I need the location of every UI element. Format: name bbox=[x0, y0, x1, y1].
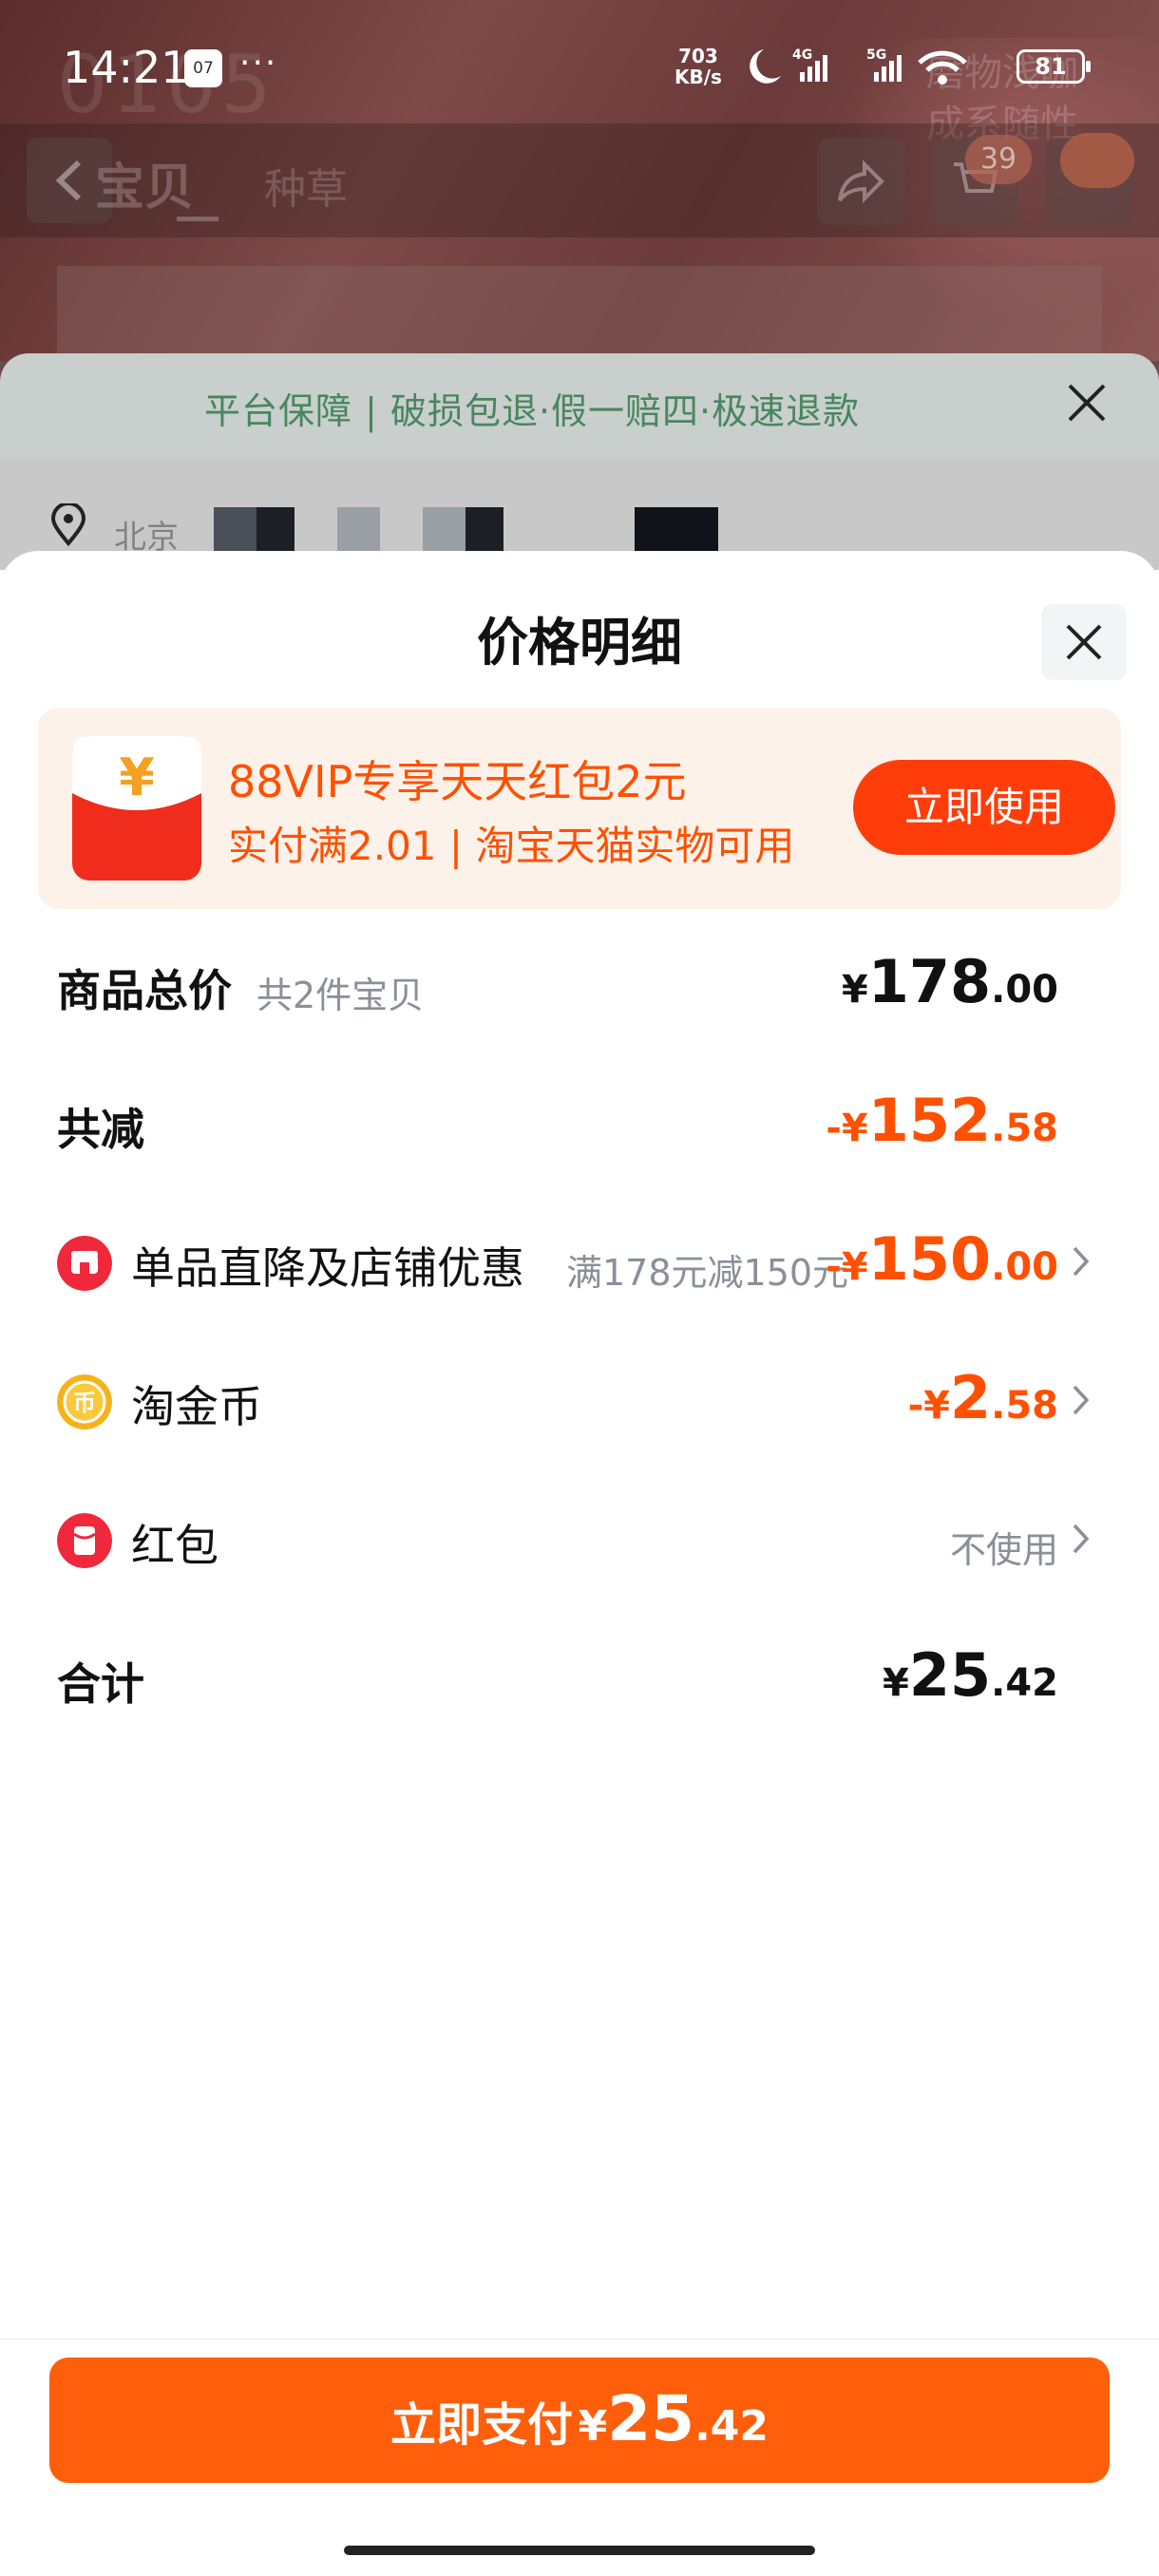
price-decimal: .58 bbox=[991, 1384, 1058, 1428]
status-bar: 14:21 07 ··· 703 KB/s 4G 5G 81 bbox=[0, 0, 1159, 114]
item-count-note: 共2件宝贝 bbox=[256, 975, 425, 1016]
pay-price-symbol: ¥ bbox=[578, 2402, 608, 2451]
row-label: 共减 bbox=[57, 1104, 144, 1155]
vip-redpacket-banner: ¥ 88VIP专享天天红包2元 实付满2.01 | 淘宝天猫实物可用 立即使用 bbox=[38, 708, 1121, 909]
row-sum: 合计 ¥25.42 bbox=[0, 1619, 1159, 1733]
wifi-icon bbox=[918, 50, 967, 85]
discount-rule-note: 满178元减150元 bbox=[566, 1252, 849, 1294]
mosaic-block bbox=[466, 507, 504, 555]
price-integer: 25 bbox=[908, 1640, 992, 1710]
price-decimal: .58 bbox=[991, 1107, 1058, 1150]
price-decimal: .00 bbox=[991, 1245, 1058, 1289]
status-icons: 4G 5G bbox=[743, 44, 1009, 95]
status-time: 14:21 bbox=[63, 42, 189, 93]
red-packet-status: 不使用 bbox=[950, 1529, 1059, 1571]
close-button[interactable] bbox=[1041, 604, 1127, 680]
sum-value: ¥25.42 bbox=[883, 1640, 1058, 1710]
row-total-price: 商品总价 共2件宝贝 ¥178.00 bbox=[0, 926, 1159, 1040]
price-symbol: -¥ bbox=[826, 1107, 868, 1150]
chevron-right-icon bbox=[1073, 1524, 1090, 1554]
battery-icon: 81 bbox=[1016, 49, 1091, 84]
price-integer: 152 bbox=[867, 1086, 992, 1155]
row-store-discount[interactable]: 单品直降及店铺优惠 满178元减150元 -¥150.00 bbox=[0, 1203, 1159, 1317]
home-indicator[interactable] bbox=[344, 2546, 815, 2555]
moon-icon bbox=[750, 49, 781, 84]
pay-button-label: 立即支付 bbox=[390, 2398, 573, 2452]
price-symbol: ¥ bbox=[841, 968, 868, 1012]
signal-icon: 4G 5G bbox=[792, 47, 902, 82]
pay-price-integer: 25 bbox=[607, 2382, 695, 2455]
mosaic-block bbox=[256, 507, 294, 555]
chevron-right-icon bbox=[1073, 1246, 1090, 1277]
store-discount-icon bbox=[57, 1236, 112, 1291]
price-decimal: .42 bbox=[991, 1661, 1058, 1705]
sheet-title: 价格明细 bbox=[477, 613, 682, 672]
cart-count-badge: 39 bbox=[965, 135, 1032, 184]
price-integer: 2 bbox=[950, 1363, 992, 1432]
svg-text:币: 币 bbox=[73, 1390, 96, 1416]
price-detail-sheet: 价格明细 ¥ 88VIP专享天天红包2元 实付满2.01 | 淘宝天猫实物可用 … bbox=[0, 551, 1159, 2576]
discount-value: -¥150.00 bbox=[826, 1224, 1058, 1294]
tab-product: 宝贝 bbox=[95, 160, 195, 217]
tab-recommend: 种草 bbox=[264, 165, 348, 214]
pay-now-button[interactable]: 立即支付 ¥25.42 bbox=[49, 2358, 1110, 2483]
use-now-button[interactable]: 立即使用 bbox=[853, 760, 1115, 855]
mosaic-block bbox=[423, 507, 466, 555]
guarantee-text: 平台保障 | 破损包退·假一赔四·极速退款 bbox=[204, 390, 861, 432]
svg-text:4G: 4G bbox=[792, 47, 812, 63]
promo-subtitle: 实付满2.01 | 淘宝天猫实物可用 bbox=[228, 823, 795, 869]
row-label: 合计 bbox=[57, 1658, 144, 1710]
svg-text:¥: ¥ bbox=[119, 748, 155, 807]
reduction-value: -¥152.58 bbox=[826, 1086, 1058, 1155]
network-speed-value: 703 bbox=[678, 45, 718, 67]
svg-text:5G: 5G bbox=[866, 47, 886, 63]
red-envelope-icon: ¥ bbox=[72, 736, 201, 881]
total-price-value: ¥178.00 bbox=[842, 947, 1058, 1016]
message-icon bbox=[1060, 133, 1134, 188]
row-total-reduction: 共减 -¥152.58 bbox=[0, 1065, 1159, 1179]
row-label: 单品直降及店铺优惠 bbox=[131, 1242, 524, 1294]
row-label: 淘金币 bbox=[131, 1381, 262, 1432]
price-symbol: -¥ bbox=[907, 1384, 950, 1428]
promo-title: 88VIP专享天天红包2元 bbox=[228, 756, 687, 807]
price-decimal: .00 bbox=[991, 968, 1058, 1012]
network-speed: 703 KB/s bbox=[674, 46, 722, 87]
row-label: 红包 bbox=[131, 1520, 218, 1571]
mosaic-block bbox=[214, 507, 256, 555]
price-integer: 150 bbox=[867, 1224, 992, 1294]
coin-value: -¥2.58 bbox=[908, 1363, 1058, 1432]
calendar-icon: 07 bbox=[184, 49, 222, 87]
price-symbol: ¥ bbox=[883, 1661, 909, 1705]
red-envelope-icon bbox=[57, 1513, 112, 1568]
pay-price-decimal: .42 bbox=[694, 2402, 770, 2451]
row-gold-coin[interactable]: 币 淘金币 -¥2.58 bbox=[0, 1342, 1159, 1456]
row-red-packet[interactable]: 红包 不使用 bbox=[0, 1481, 1159, 1595]
close-icon bbox=[1066, 624, 1102, 660]
row-label: 商品总价 bbox=[57, 965, 232, 1016]
location-icon bbox=[49, 502, 87, 551]
price-symbol: -¥ bbox=[826, 1245, 868, 1289]
share-button bbox=[817, 138, 904, 225]
chevron-right-icon bbox=[1073, 1385, 1090, 1415]
back-arrow-icon bbox=[55, 160, 82, 201]
gold-coin-icon: 币 bbox=[57, 1374, 112, 1430]
close-icon bbox=[1066, 382, 1108, 427]
price-integer: 178 bbox=[867, 947, 992, 1016]
mosaic-block bbox=[337, 507, 380, 555]
share-icon bbox=[838, 160, 884, 203]
mosaic-block bbox=[635, 507, 718, 555]
more-notifications-icon: ··· bbox=[239, 44, 278, 83]
tab-underline bbox=[177, 217, 218, 221]
network-speed-unit: KB/s bbox=[674, 66, 722, 88]
